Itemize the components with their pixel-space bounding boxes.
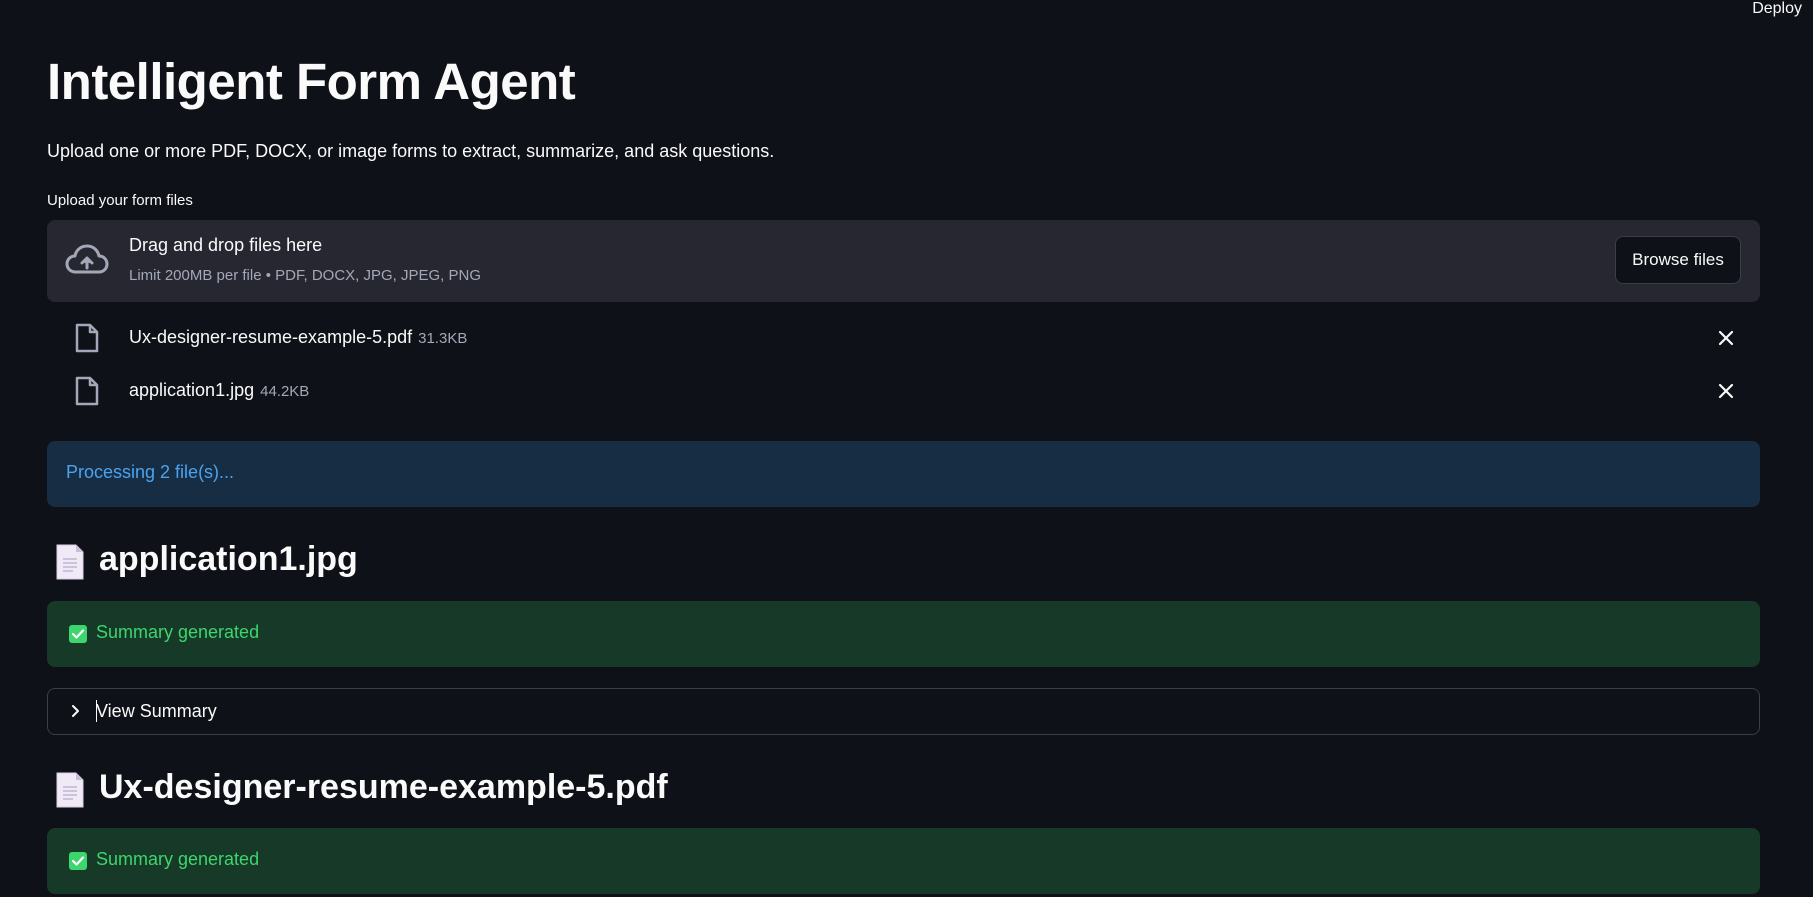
check-box-icon [69,625,87,643]
deploy-button[interactable]: Deploy [1752,0,1802,18]
expander-label: View Summary [96,701,217,721]
file-dropzone[interactable]: Drag and drop files here Limit 200MB per… [47,220,1760,302]
dropzone-limit-text: Limit 200MB per file • PDF, DOCX, JPG, J… [129,267,482,284]
file-name-text: Ux-designer-resume-example-5.pdf [129,327,413,347]
success-text: Summary generated [96,622,260,642]
file-icon [75,376,99,406]
dropzone-title: Drag and drop files here [129,235,323,255]
page-facing-up-icon [56,544,84,580]
check-box-icon [69,852,87,870]
processing-text: Processing 2 file(s)... [66,462,235,482]
uploaded-file-row: Ux-designer-resume-example-5.pdf 31.3KB [47,319,1760,359]
view-summary-expander[interactable]: View Summary [47,688,1760,735]
success-text: Summary generated [96,849,260,869]
chevron-right-icon [72,705,79,717]
uploaded-file-name: application1.jpg 44.2KB [129,380,309,401]
success-alert: Summary generated [47,601,1760,667]
browse-files-button[interactable]: Browse files [1615,236,1741,284]
uploaded-file-row: application1.jpg 44.2KB [47,372,1760,412]
cloud-upload-icon [65,244,109,274]
file-icon [75,323,99,353]
close-icon[interactable] [1716,381,1736,401]
uploaded-file-name: Ux-designer-resume-example-5.pdf 31.3KB [129,327,467,348]
close-icon[interactable] [1716,328,1736,348]
success-alert: Summary generated [47,828,1760,894]
result-title: Ux-designer-resume-example-5.pdf [99,768,668,806]
page-subtitle: Upload one or more PDF, DOCX, or image f… [47,141,775,161]
processing-info-box: Processing 2 file(s)... [47,441,1760,507]
file-name-text: application1.jpg [129,380,255,400]
page-title: Intelligent Form Agent [47,53,576,110]
file-size: 44.2KB [260,383,310,400]
file-size: 31.3KB [418,330,468,347]
page-facing-up-icon [56,772,84,808]
uploader-label: Upload your form files [47,192,193,209]
result-title: application1.jpg [99,540,358,578]
